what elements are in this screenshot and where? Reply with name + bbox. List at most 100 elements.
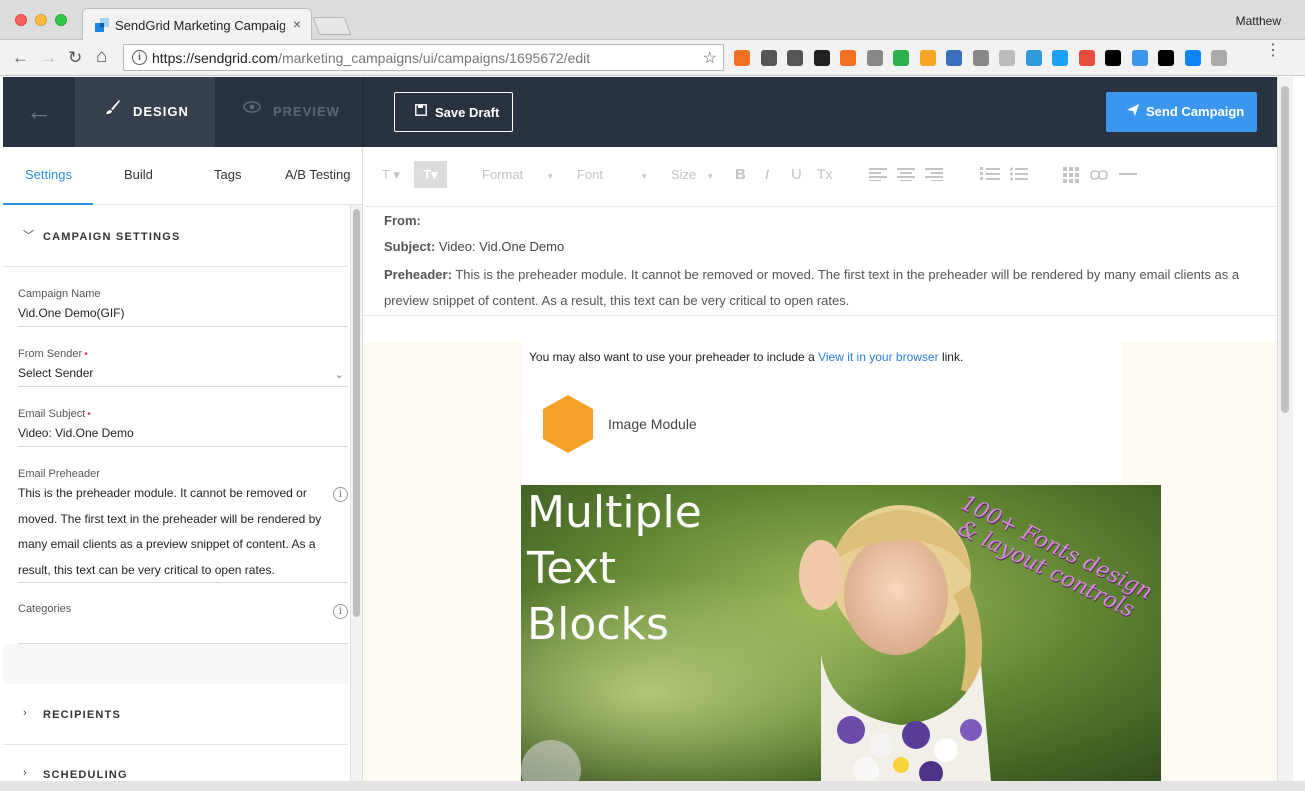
clear-format-button[interactable]: Tx [817,166,833,182]
back-icon[interactable]: ← [12,48,29,68]
info-icon[interactable]: i [333,604,348,619]
browser-extension-icon[interactable] [813,50,830,66]
email-subject-field[interactable]: Email Subject • Video: Vid.One Demo [18,407,348,447]
tab-design-label: DESIGN [133,104,189,119]
browser-extension-icon[interactable] [1052,50,1068,66]
browser-extension-icon[interactable] [1131,50,1148,66]
email-preheader[interactable]: Preheader: This is the preheader module.… [384,262,1269,314]
forward-icon[interactable]: → [40,48,57,68]
campaign-settings-section[interactable]: ﹀ CAMPAIGN SETTINGS [3,207,348,267]
email-subject-value[interactable]: Video: Vid.One Demo [18,426,134,440]
email-preheader-label: Email Preheader [18,468,100,480]
hero-line-1: Multiple [527,487,702,538]
email-from[interactable]: From: [384,213,421,228]
email-subject[interactable]: Subject: Video: Vid.One Demo [384,239,564,254]
send-campaign-button[interactable]: Send Campaign [1106,92,1257,132]
tab-preview-label: PREVIEW [273,104,340,119]
email-preheader-value[interactable]: This is the preheader module. It cannot … [18,481,328,583]
align-right-icon[interactable] [925,168,943,181]
browser-extension-icon[interactable] [1211,50,1227,66]
home-icon[interactable]: ⌂ [96,46,107,68]
header-divider [363,77,364,147]
maximize-window-button[interactable] [55,14,67,26]
save-draft-button[interactable]: Save Draft [394,92,513,132]
campaign-name-field[interactable]: Campaign Name Vid.One Demo(GIF) [18,287,348,327]
address-bar[interactable]: i https://sendgrid.com/marketing_campaig… [123,44,724,71]
browser-extension-icon[interactable] [999,50,1015,66]
bold-button[interactable]: B [735,166,746,183]
font-label: Font [577,167,604,182]
bullet-list-icon[interactable] [1010,167,1028,181]
from-sender-field[interactable]: From Sender • Select Sender ⌄ [18,347,348,387]
hero-image[interactable]: Multiple Text Blocks 100+ Fonts design &… [521,485,1161,781]
minimize-window-button[interactable] [35,14,47,26]
browser-extension-icon[interactable] [1158,50,1174,66]
browser-extension-icon[interactable] [734,50,750,66]
browser-tab[interactable]: SendGrid Marketing Campaigns × [82,8,312,40]
tab-build[interactable]: Build [124,167,153,182]
chevron-down-icon[interactable]: ▾ [708,171,713,182]
horizontal-rule-icon[interactable] [1119,173,1137,176]
hexagon-logo-icon[interactable] [541,394,595,454]
italic-button[interactable]: I [765,166,769,183]
new-tab-button[interactable] [312,17,352,35]
browser-extension-icon[interactable] [840,50,856,66]
scheduling-title: SCHEDULING [43,769,128,781]
browser-extension-icon[interactable] [946,50,962,66]
tab-design[interactable]: DESIGN [75,77,215,147]
font-dropdown[interactable]: Font [577,167,603,182]
browser-window: SendGrid Marketing Campaigns × Matthew ←… [0,0,1305,791]
close-window-button[interactable] [15,14,27,26]
align-center-icon[interactable] [897,168,915,181]
from-sender-label: From Sender • [18,348,88,360]
recipients-section[interactable]: › RECIPIENTS [3,685,348,745]
chevron-down-icon[interactable]: ▾ [642,171,647,182]
categories-field[interactable]: Categories i [18,602,348,644]
meta-divider [364,315,1277,316]
browser-extension-icon[interactable] [760,50,777,66]
tab-close-icon[interactable]: × [293,16,301,32]
align-left-icon[interactable] [869,168,887,181]
view-in-browser-link[interactable]: View it in your browser [818,350,939,364]
underline-button[interactable]: U [791,166,802,183]
page-scrollbar-thumb[interactable] [1281,86,1289,413]
site-info-icon[interactable]: i [132,50,147,65]
from-sender-value[interactable]: Select Sender [18,366,93,380]
email-preheader-field[interactable]: Email Preheader i This is the preheader … [18,467,348,583]
preheader-module[interactable]: You may also want to use your preheader … [529,350,963,364]
tab-settings[interactable]: Settings [25,167,72,182]
campaign-name-value[interactable]: Vid.One Demo(GIF) [18,306,124,320]
browser-extension-icon[interactable] [787,50,803,66]
size-dropdown[interactable]: Size [671,167,696,182]
scheduling-section[interactable]: › SCHEDULING [3,745,348,781]
format-dropdown[interactable]: Format [482,167,523,182]
tab-tags[interactable]: Tags [214,167,241,182]
paper-plane-icon [1126,103,1140,120]
image-module-label[interactable]: Image Module [608,416,697,432]
grid-icon[interactable] [1063,167,1079,183]
panel-scrollbar-thumb[interactable] [353,209,360,617]
browser-menu-icon[interactable]: ⋮ [1265,43,1281,59]
text-color-dropdown[interactable]: T▾ [414,161,447,188]
browser-extension-icon[interactable] [893,50,909,66]
text-style-dropdown[interactable]: T ▾ [382,167,400,183]
format-label: Format [482,167,524,182]
profile-name[interactable]: Matthew [1236,14,1281,28]
back-arrow-icon[interactable]: ← [3,77,75,147]
numbered-list-icon[interactable] [980,167,1000,181]
browser-extension-icon[interactable] [1184,50,1201,66]
browser-extension-icon[interactable] [866,50,883,66]
browser-extension-icon[interactable] [1025,50,1042,66]
bookmark-star-icon[interactable]: ☆ [703,48,717,68]
browser-extension-icon[interactable] [1105,50,1121,66]
chevron-down-icon[interactable]: ⌄ [335,368,344,381]
reload-icon[interactable]: ↻ [68,48,82,68]
browser-extension-icon[interactable] [1078,50,1095,66]
info-icon[interactable]: i [333,487,348,502]
link-icon[interactable] [1090,170,1108,180]
tab-preview[interactable]: PREVIEW [215,77,363,147]
tab-ab-testing[interactable]: A/B Testing [285,167,351,182]
chevron-down-icon[interactable]: ▾ [548,171,553,182]
browser-extension-icon[interactable] [919,50,936,66]
browser-extension-icon[interactable] [972,50,989,66]
